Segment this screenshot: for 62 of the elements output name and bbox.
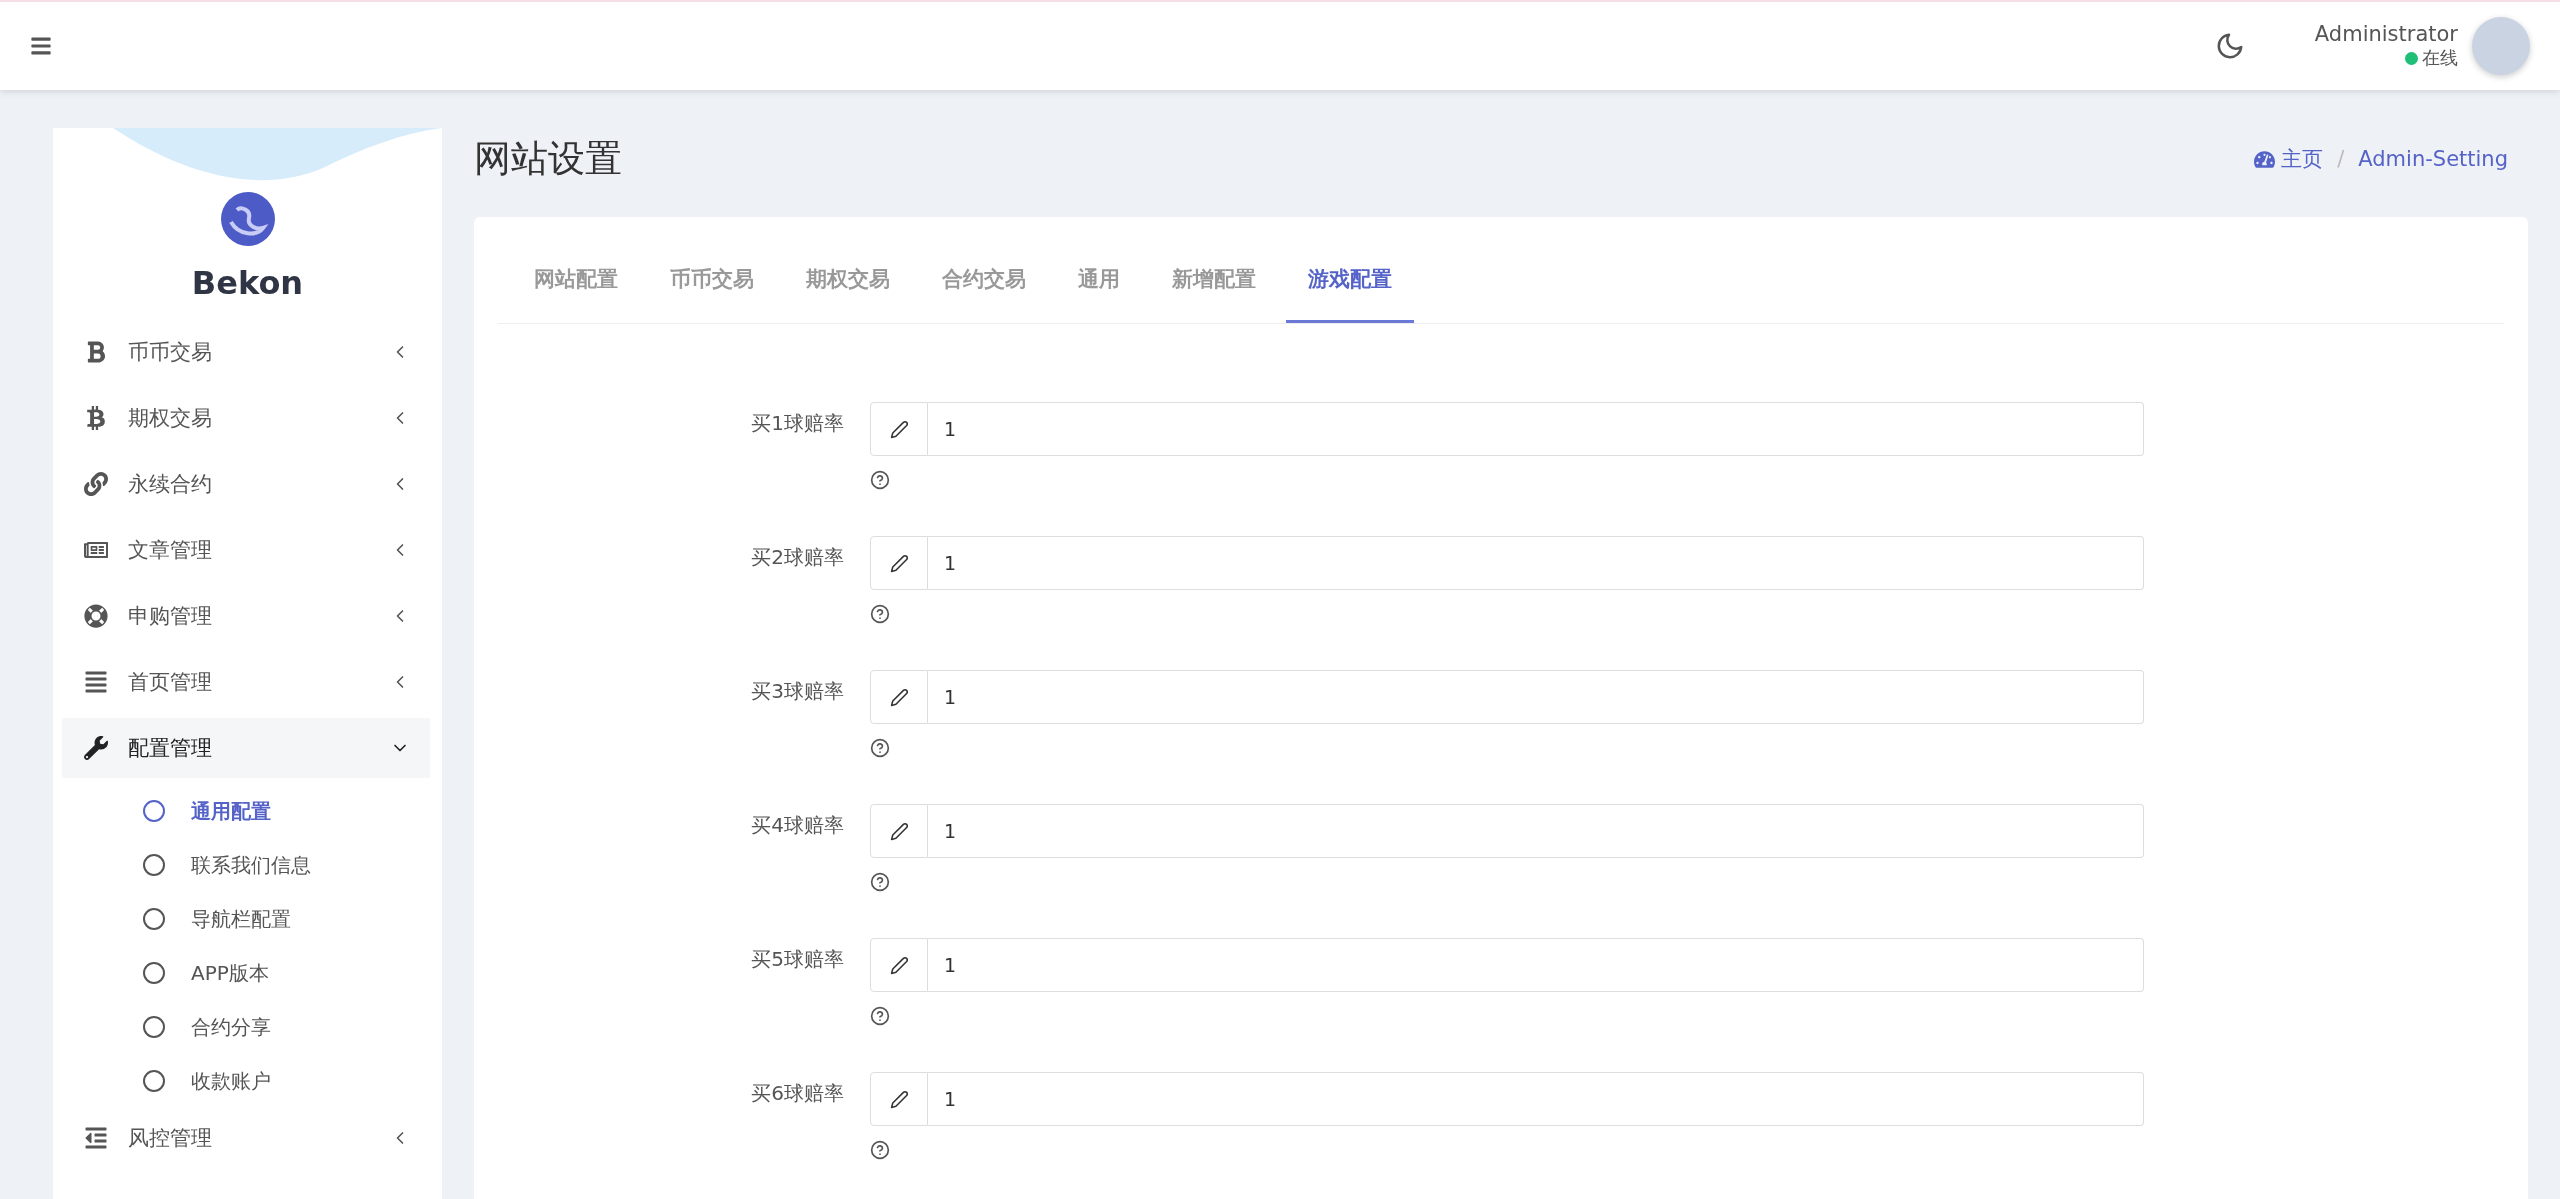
sidebar-item[interactable]: 申购管理 xyxy=(62,586,430,646)
page-title: 网站设置 xyxy=(474,136,622,182)
sidebar-item[interactable]: 首页管理 xyxy=(62,652,430,712)
dashboard-icon xyxy=(2254,148,2276,170)
help-icon[interactable] xyxy=(870,872,890,892)
status-dot xyxy=(2405,51,2418,65)
pencil-icon xyxy=(889,553,909,573)
breadcrumb-link[interactable]: Admin-Setting xyxy=(2358,147,2508,171)
pencil-icon xyxy=(889,1089,909,1109)
sidebar-item[interactable]: 文章管理 xyxy=(62,520,430,580)
lines-icon xyxy=(84,670,108,694)
pencil-icon xyxy=(889,821,909,841)
input-field[interactable]: 1 xyxy=(928,938,2144,992)
breadcrumb-link[interactable]: 主页 xyxy=(2254,145,2324,173)
circle-icon xyxy=(143,800,165,822)
help-icon[interactable] xyxy=(870,1006,890,1026)
user-name: Administrator xyxy=(2314,22,2458,46)
sidebar-item[interactable]: 配置管理 xyxy=(62,718,430,778)
circle-icon xyxy=(143,1070,165,1092)
menu-icon[interactable] xyxy=(30,35,52,57)
help-icon[interactable] xyxy=(870,470,890,490)
sidebar-subitem[interactable]: APP版本 xyxy=(53,946,442,1000)
wrench-icon xyxy=(84,736,108,760)
user-status: 在线 xyxy=(2422,46,2458,70)
circle-icon xyxy=(143,908,165,930)
sidebar-subitem[interactable]: 收款账户 xyxy=(53,1054,442,1108)
brand-name: Bekon xyxy=(191,264,304,302)
field-label: 买4球赔率 xyxy=(750,812,844,839)
sidebar-subitem[interactable]: 通用配置 xyxy=(53,784,442,838)
bitcoin-icon xyxy=(84,406,108,430)
circle-icon xyxy=(143,854,165,876)
outdent-icon xyxy=(84,1126,108,1150)
help-icon[interactable] xyxy=(870,604,890,624)
field-label: 买2球赔率 xyxy=(750,544,844,571)
input-field[interactable]: 1 xyxy=(928,670,2144,724)
tab[interactable]: 游戏配置 xyxy=(1286,235,1414,323)
input-field[interactable]: 1 xyxy=(928,1072,2144,1126)
sidebar-item[interactable]: 风控管理 xyxy=(62,1108,430,1168)
pencil-icon xyxy=(889,687,909,707)
field-label: 买6球赔率 xyxy=(750,1080,844,1107)
field-label: 买3球赔率 xyxy=(750,678,844,705)
field-label: 买1球赔率 xyxy=(750,410,844,437)
sidebar-subitem[interactable]: 合约分享 xyxy=(53,1000,442,1054)
pencil-icon xyxy=(889,419,909,439)
pencil-icon xyxy=(889,955,909,975)
help-icon[interactable] xyxy=(870,1140,890,1160)
field-label: 买5球赔率 xyxy=(750,946,844,973)
input-field[interactable]: 1 xyxy=(928,804,2144,858)
link-icon xyxy=(84,472,108,496)
sidebar-item[interactable]: 永续合约 xyxy=(62,454,430,514)
logo-icon xyxy=(220,192,275,246)
sidebar-item[interactable]: 币币交易 xyxy=(62,322,430,382)
input-field[interactable]: 1 xyxy=(928,536,2144,590)
circle-icon xyxy=(143,1016,165,1038)
sidebar-item[interactable]: 期权交易 xyxy=(62,388,430,448)
sidebar-subitem[interactable]: 联系我们信息 xyxy=(53,838,442,892)
circle-icon xyxy=(143,962,165,984)
help-icon[interactable] xyxy=(870,738,890,758)
breadcrumb-separator: / xyxy=(2337,147,2345,171)
input-field[interactable]: 1 xyxy=(928,402,2144,456)
sidebar-subitem[interactable]: 导航栏配置 xyxy=(53,892,442,946)
lifering-icon xyxy=(84,604,108,628)
